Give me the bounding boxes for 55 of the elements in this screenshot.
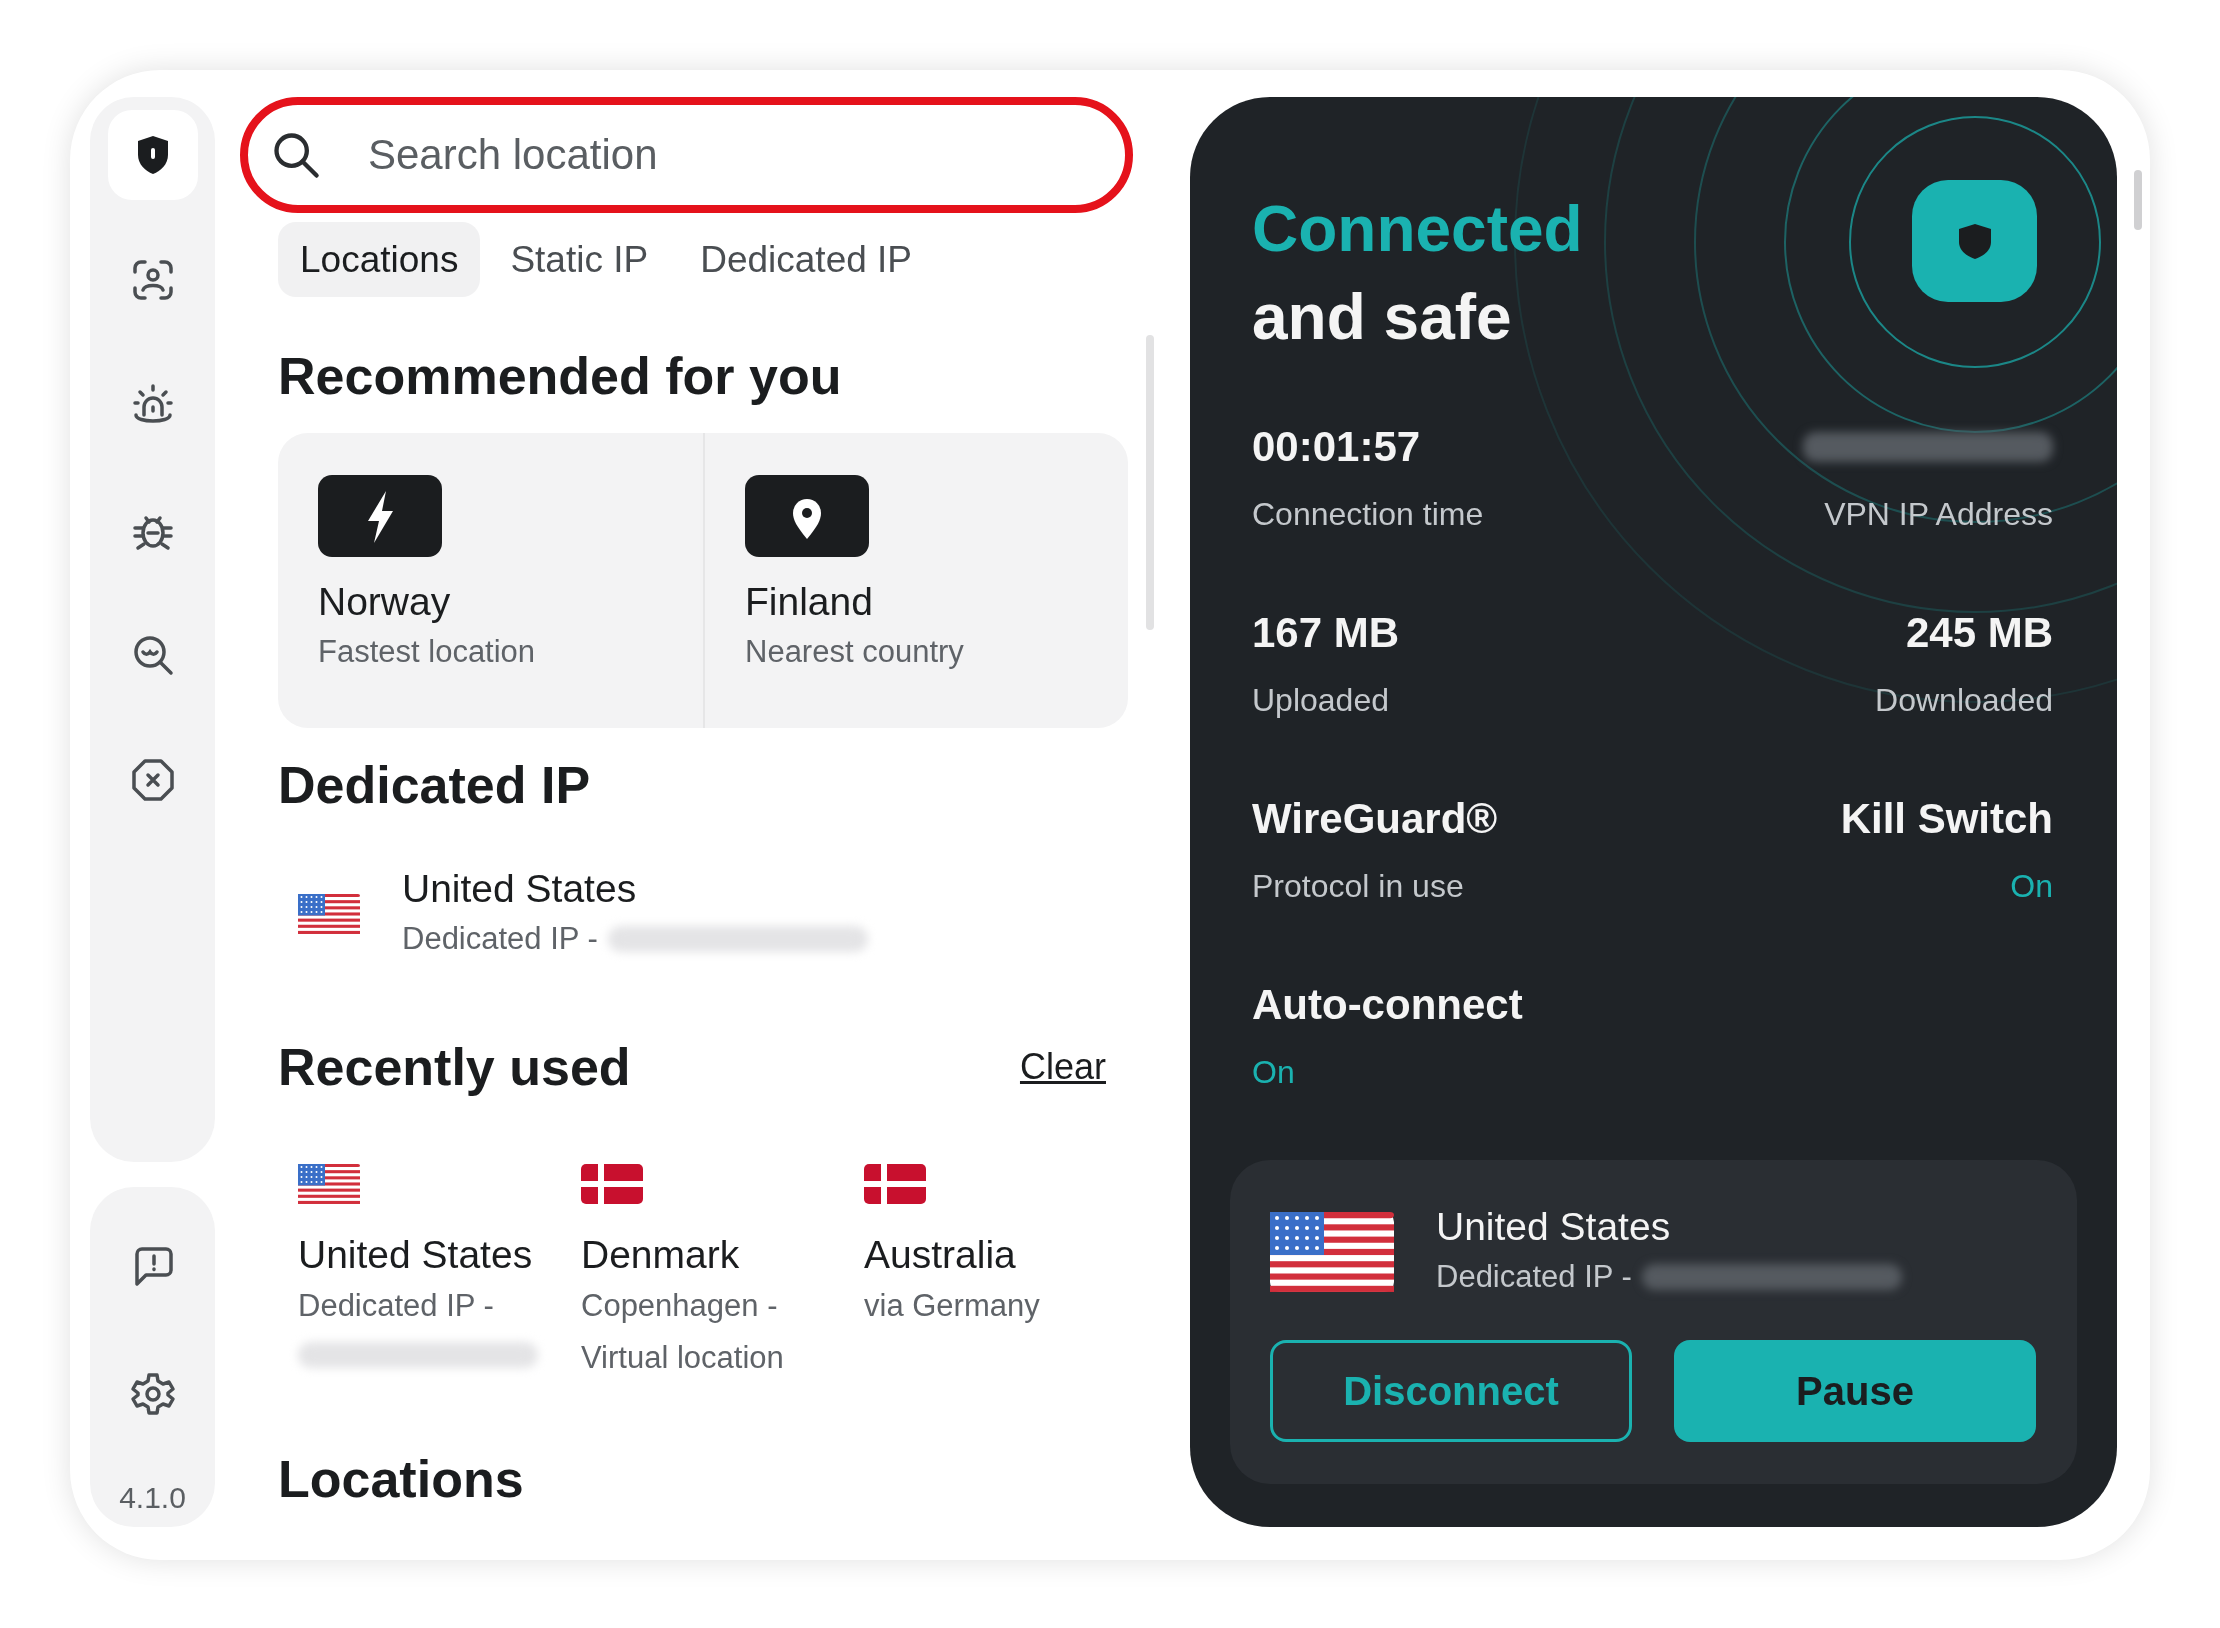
stat-label: Protocol in use: [1252, 867, 1464, 906]
location-subtitle: Fastest location: [318, 633, 537, 671]
scrollbar[interactable]: [1146, 335, 1154, 630]
recommendation-option[interactable]: Norway Fastest location: [278, 433, 703, 728]
us-flag-icon: [298, 894, 360, 934]
location-subtitle: Dedicated IP -: [1436, 1258, 1632, 1296]
denmark-flag-icon: [864, 1164, 926, 1204]
stat-value: Kill Switch: [1840, 794, 2053, 844]
location-name: United States: [298, 1232, 533, 1278]
us-flag-icon: [298, 1164, 360, 1204]
search-field[interactable]: Search location: [240, 97, 1133, 213]
section-heading: Locations: [278, 1449, 525, 1510]
section-heading: Recently used: [278, 1037, 631, 1098]
location-name: Australia: [864, 1232, 1016, 1278]
stat-label: Connection time: [1252, 495, 1484, 534]
stat-label: On: [1252, 1053, 1295, 1092]
location-subtitle: Dedicated IP -: [402, 920, 598, 958]
disconnect-button[interactable]: Disconnect: [1270, 1340, 1632, 1442]
stat-label: Downloaded: [1875, 681, 2053, 720]
version-label: 4.1.0: [119, 1481, 186, 1515]
clear-link[interactable]: Clear: [1019, 1046, 1106, 1088]
stat-label: VPN IP Address: [1824, 495, 2053, 534]
stat-value: Auto-connect: [1252, 980, 1523, 1030]
stat-value: WireGuard®: [1252, 794, 1498, 844]
location-name: United States: [1436, 1205, 1671, 1248]
location-subtitle: Copenhagen - Virtual location: [581, 1287, 785, 1377]
location-name: United States: [402, 866, 638, 912]
tab[interactable]: Dedicated IP: [678, 222, 935, 297]
pause-button[interactable]: Pause: [1674, 1340, 2036, 1442]
stat-value: 245 MB: [1905, 608, 2053, 658]
shield-tile-icon: [1912, 180, 2037, 302]
settings-icon: [128, 1370, 177, 1418]
stat-value: 167 MB: [1252, 608, 1400, 658]
location-pin-icon: [745, 475, 869, 557]
location-name: Denmark: [581, 1232, 740, 1278]
location-subtitle: Nearest country: [745, 633, 965, 671]
tab[interactable]: Locations: [278, 222, 481, 297]
recommendation-option[interactable]: Finland Nearest country: [703, 433, 1128, 728]
scrollbar[interactable]: [2134, 170, 2142, 230]
sidebar-button[interactable]: [107, 110, 198, 200]
denmark-flag-icon: [581, 1164, 643, 1204]
status-subtitle: and safe: [1252, 280, 1512, 355]
stat-label: On: [2010, 867, 2053, 906]
stat-value: 00:01:57: [1252, 422, 1421, 472]
location-subtitle: Dedicated IP -: [298, 1287, 494, 1325]
location-name: Norway: [318, 579, 452, 625]
tab[interactable]: Static IP: [488, 222, 671, 297]
lightning-icon: [318, 475, 442, 557]
stat-label: Uploaded: [1252, 681, 1389, 720]
section-heading: Recommended for you: [278, 346, 843, 407]
location-name: Finland: [745, 579, 874, 625]
location-subtitle: via Germany: [864, 1287, 1040, 1325]
us-flag-icon: [1270, 1211, 1394, 1293]
status-title: Connected: [1252, 192, 1583, 267]
section-heading: Dedicated IP: [278, 755, 592, 816]
